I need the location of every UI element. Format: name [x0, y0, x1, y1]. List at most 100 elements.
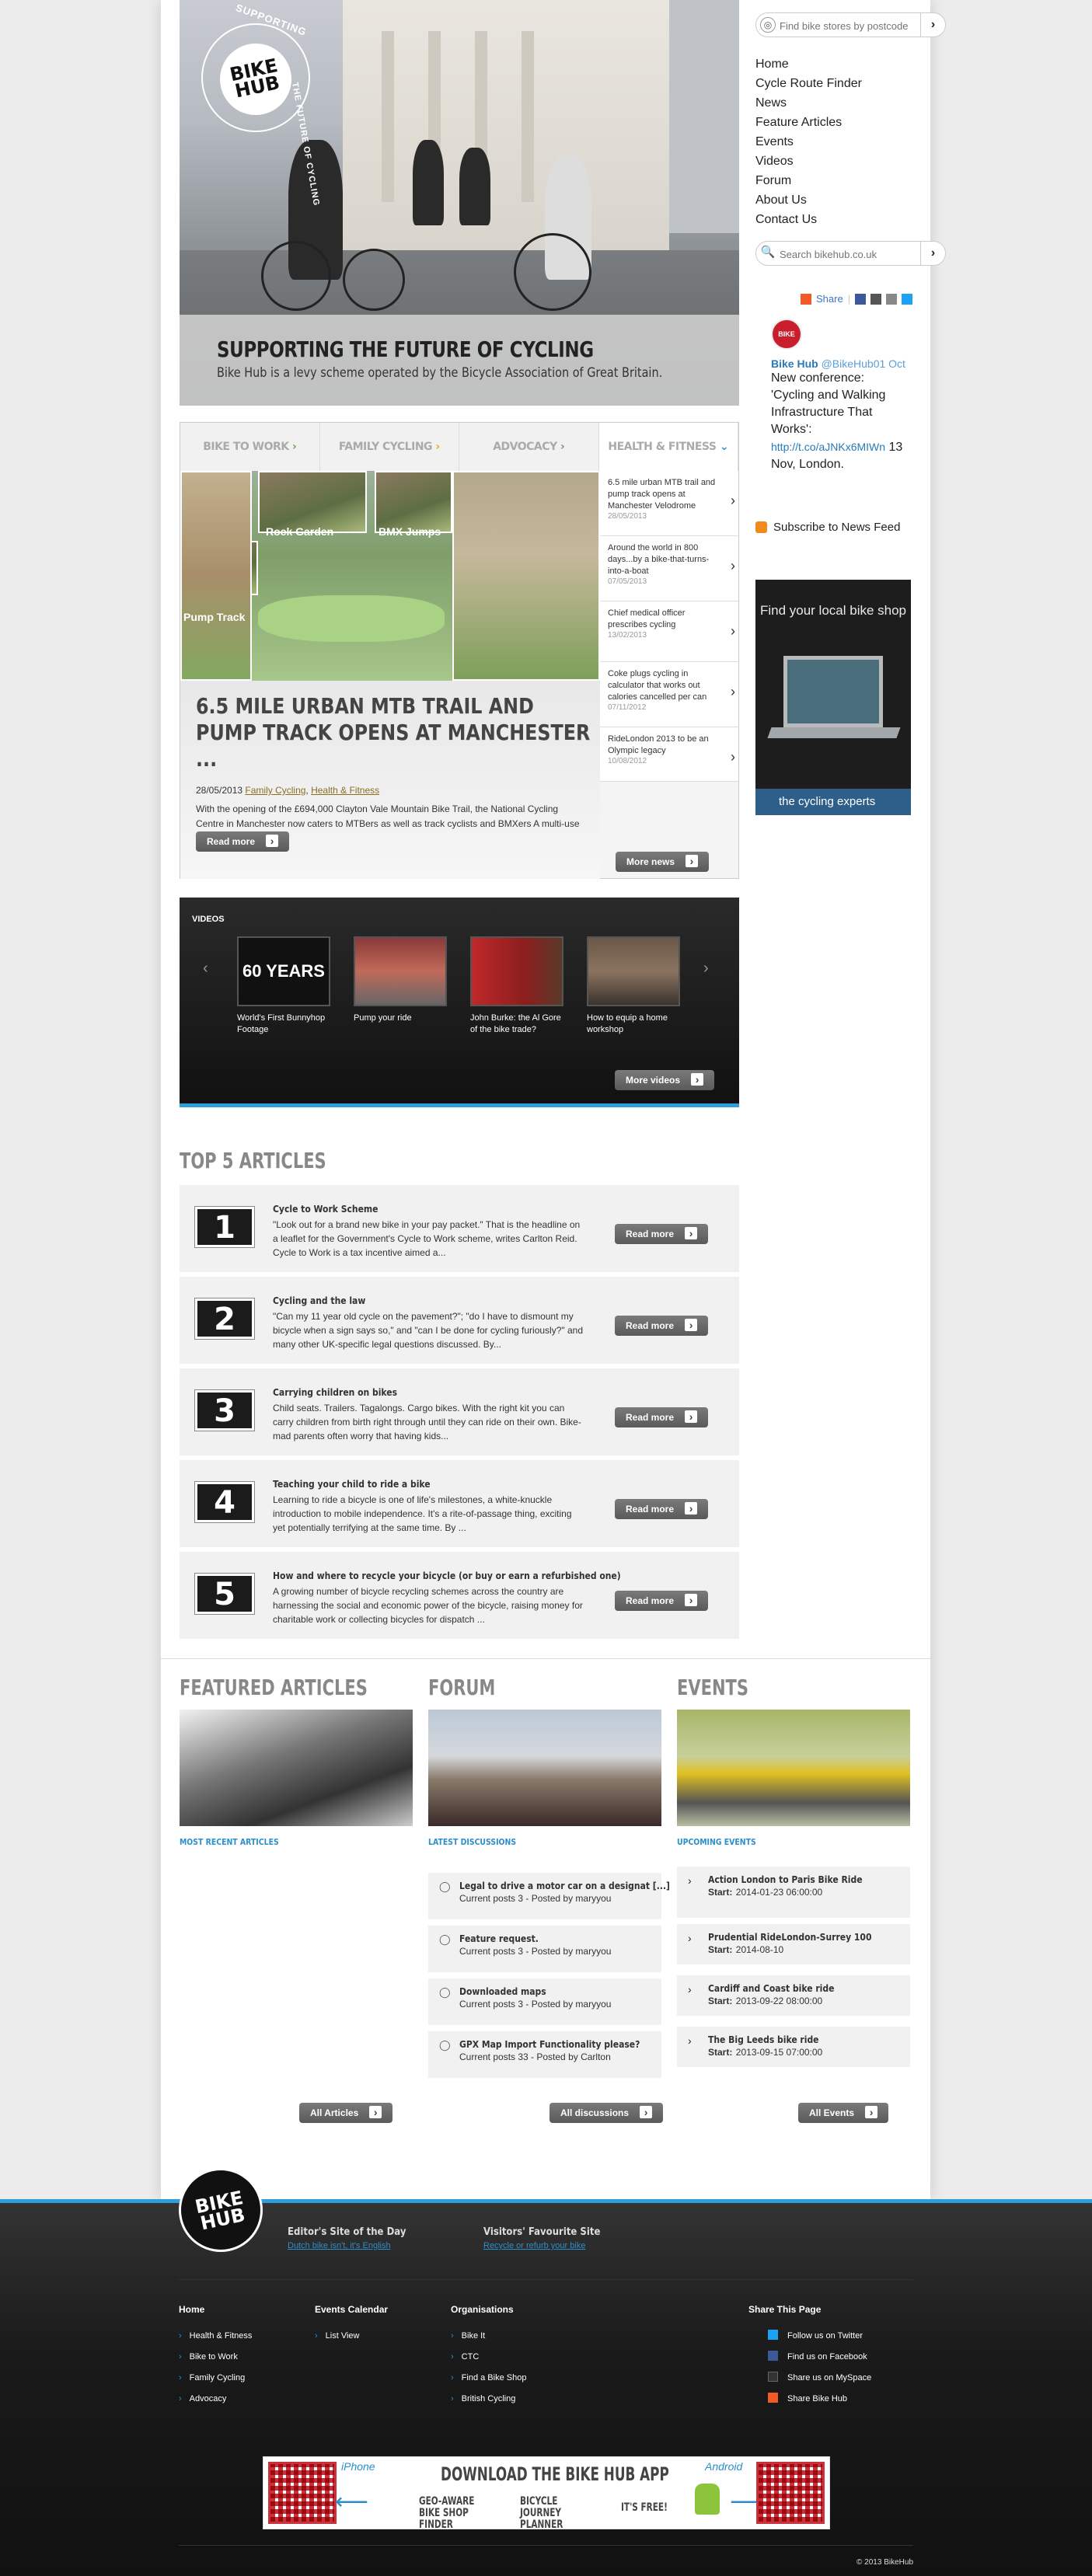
- forum-topic[interactable]: ◯ Legal to drive a motor car on a design…: [428, 1873, 670, 1919]
- tweet-name[interactable]: Bike Hub: [771, 357, 818, 370]
- email-icon[interactable]: [870, 293, 882, 305]
- event-item[interactable]: › Action London to Paris Bike Ride Start:…: [677, 1867, 910, 1918]
- footer-link[interactable]: British Cycling: [451, 2389, 526, 2410]
- events-subheading[interactable]: UPCOMING EVENTS: [677, 1837, 875, 1847]
- share-plus-icon[interactable]: [801, 293, 811, 305]
- share-bikehub-link[interactable]: Share Bike Hub: [748, 2389, 871, 2410]
- rss-subscribe[interactable]: Subscribe to News Feed: [755, 521, 900, 534]
- article-title[interactable]: How and where to recycle your bicycle (o…: [273, 1570, 621, 1581]
- all-discussions-button[interactable]: All discussions: [549, 2103, 664, 2123]
- news-list-item[interactable]: RideLondon 2013 to be an Olympic legacy …: [600, 727, 738, 782]
- footer-link[interactable]: Family Cycling: [179, 2368, 252, 2389]
- nav-cycle-route-finder[interactable]: Cycle Route Finder: [755, 74, 911, 93]
- article-read-more-button[interactable]: Read more: [615, 1224, 709, 1244]
- news-list-item[interactable]: Coke plugs cycling in calculator that wo…: [600, 662, 738, 727]
- news-read-more-button[interactable]: Read more: [196, 831, 290, 852]
- android-qr-code[interactable]: [756, 2462, 825, 2524]
- forum-topic[interactable]: ◯ GPX Map Import Functionality please? Cu…: [428, 2031, 661, 2078]
- footer-link[interactable]: List View: [315, 2326, 388, 2347]
- bike-shop-ad[interactable]: Find your local bike shop the cycling ex…: [755, 580, 911, 815]
- rss-label[interactable]: Subscribe to News Feed: [773, 521, 900, 534]
- tab-bike-to-work[interactable]: BIKE TO WORK ›: [180, 423, 320, 471]
- article-title[interactable]: Teaching your child to ride a bike: [273, 1479, 553, 1490]
- print-icon[interactable]: [886, 293, 898, 305]
- news-category-family[interactable]: Family Cycling: [245, 785, 305, 796]
- nav-videos[interactable]: Videos: [755, 152, 911, 171]
- follow-twitter-link[interactable]: Follow us on Twitter: [748, 2326, 871, 2347]
- video-item[interactable]: Pump your ride: [354, 936, 447, 1024]
- location-icon: ◎: [760, 17, 776, 33]
- nav-home[interactable]: Home: [755, 54, 911, 74]
- article-read-more-button[interactable]: Read more: [615, 1316, 709, 1336]
- video-item[interactable]: John Burke: the Al Gore of the bike trad…: [470, 936, 563, 1036]
- nav-contact-us[interactable]: Contact Us: [755, 210, 911, 229]
- event-item[interactable]: › The Big Leeds bike ride Start: 2013-09-…: [677, 2027, 910, 2067]
- news-category-health[interactable]: Health & Fitness: [311, 785, 379, 796]
- nav-events[interactable]: Events: [755, 132, 911, 152]
- top5-article: 4 Teaching your child to ride a bike Lear…: [180, 1460, 739, 1547]
- iphone-qr-code[interactable]: [268, 2462, 337, 2524]
- tweet-link[interactable]: http://t.co/aJNKx6MIWn: [771, 441, 885, 453]
- footer-col-heading[interactable]: Events Calendar: [315, 2304, 388, 2315]
- featured-subheading[interactable]: MOST RECENT ARTICLES: [180, 1837, 392, 1847]
- article-title[interactable]: Cycling and the law: [273, 1295, 553, 1306]
- twitter-icon[interactable]: [902, 293, 913, 305]
- article-title[interactable]: Carrying children on bikes: [273, 1387, 553, 1398]
- news-feature-image[interactable]: Rock Garden BMX Jumps Pump Track: [180, 471, 600, 681]
- news-list-item[interactable]: Chief medical officer prescribes cycling…: [600, 601, 738, 662]
- video-item[interactable]: How to equip a home workshop: [587, 936, 680, 1036]
- visitors-site-link[interactable]: Recycle or refurb your bike: [483, 2241, 585, 2250]
- events-image[interactable]: [677, 1710, 910, 1826]
- footer-link[interactable]: Find a Bike Shop: [451, 2368, 527, 2389]
- nav-feature-articles[interactable]: Feature Articles: [755, 113, 911, 132]
- twitter-avatar[interactable]: BIKE HUB: [771, 319, 802, 366]
- myspace-link[interactable]: Share us on MySpace: [748, 2368, 871, 2389]
- article-read-more-button[interactable]: Read more: [615, 1407, 709, 1427]
- article-read-more-button[interactable]: Read more: [615, 1499, 709, 1519]
- all-events-button[interactable]: All Events: [798, 2103, 889, 2123]
- more-videos-button[interactable]: More videos: [615, 1070, 715, 1090]
- facebook-link[interactable]: Find us on Facebook: [748, 2347, 871, 2368]
- tab-health-fitness[interactable]: HEALTH & FITNESS ⌄: [598, 423, 738, 471]
- tab-family-cycling[interactable]: FAMILY CYCLING ›: [319, 423, 459, 471]
- nav-news[interactable]: News: [755, 93, 911, 113]
- site-search-go-button[interactable]: ›: [920, 242, 945, 265]
- more-news-button[interactable]: More news: [616, 852, 710, 872]
- postcode-input[interactable]: [780, 18, 919, 33]
- nav-forum[interactable]: Forum: [755, 171, 911, 190]
- editors-site-link[interactable]: Dutch bike isn't, it's English: [288, 2241, 391, 2250]
- article-title[interactable]: Cycle to Work Scheme: [273, 1204, 553, 1215]
- facebook-icon[interactable]: [855, 293, 867, 305]
- store-search-go-button[interactable]: ›: [920, 13, 945, 37]
- video-item[interactable]: 60 YEARS World's First Bunnyhop Footage: [237, 936, 330, 1036]
- forum-topic[interactable]: ◯ Feature request. Current posts 3 - Post…: [428, 1926, 661, 1972]
- event-item[interactable]: › Cardiff and Coast bike ride Start: 2013…: [677, 1975, 910, 2016]
- footer-link[interactable]: Bike It: [451, 2326, 526, 2347]
- news-list-item[interactable]: 6.5 mile urban MTB trail and pump track …: [600, 471, 738, 536]
- videos-prev-icon[interactable]: ‹: [203, 960, 208, 978]
- video-thumbnail: [587, 936, 680, 1006]
- footer-col-heading[interactable]: Organisations: [451, 2304, 526, 2315]
- news-headline[interactable]: 6.5 MILE URBAN MTB TRAIL AND PUMP TRACK …: [196, 693, 592, 772]
- featured-image[interactable]: [180, 1710, 413, 1826]
- forum-topic[interactable]: ◯ Downloaded maps Current posts 3 - Poste…: [428, 1978, 661, 2025]
- all-articles-button[interactable]: All Articles: [299, 2103, 393, 2123]
- forum-subheading[interactable]: LATEST DISCUSSIONS: [428, 1837, 626, 1847]
- app-download-banner[interactable]: iPhone ⟵ DOWNLOAD THE BIKE HUB APP GEO-A…: [263, 2456, 830, 2531]
- tweet-handle[interactable]: @BikeHub01 Oct: [822, 357, 905, 370]
- news-list-item[interactable]: Around the world in 800 days...by a bike…: [600, 536, 738, 601]
- footer-link[interactable]: Health & Fitness: [179, 2326, 253, 2347]
- event-item[interactable]: › Prudential RideLondon-Surrey 100 Start:…: [677, 1924, 910, 1964]
- nav-about-us[interactable]: About Us: [755, 190, 911, 210]
- share-link[interactable]: Share: [816, 293, 843, 305]
- forum-image[interactable]: [428, 1710, 661, 1826]
- article-read-more-button[interactable]: Read more: [615, 1591, 709, 1611]
- footer-link[interactable]: Bike to Work: [179, 2347, 252, 2368]
- tab-advocacy[interactable]: ADVOCACY ›: [459, 423, 599, 471]
- footer-link[interactable]: Advocacy: [179, 2389, 252, 2410]
- site-search-input[interactable]: [780, 246, 919, 262]
- events-title: EVENTS: [677, 1675, 748, 1700]
- videos-next-icon[interactable]: ›: [703, 960, 709, 978]
- footer-col-heading[interactable]: Home: [179, 2304, 252, 2315]
- footer-link[interactable]: CTC: [451, 2347, 526, 2368]
